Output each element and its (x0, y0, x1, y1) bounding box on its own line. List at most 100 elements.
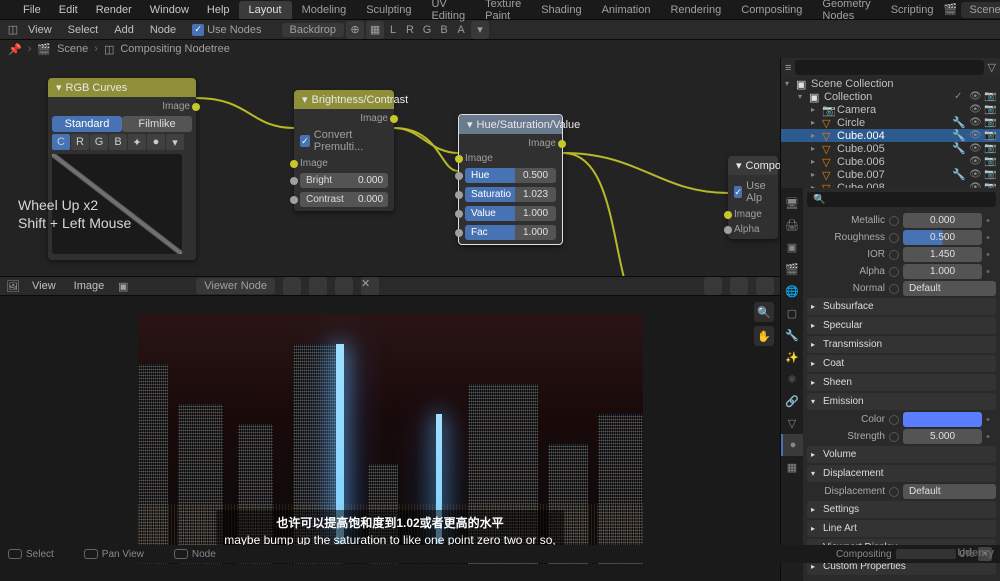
scene-selector[interactable]: Scene (961, 2, 1000, 18)
properties-search[interactable] (807, 192, 996, 207)
eye-icon[interactable]: 👁 (969, 130, 981, 141)
socket-icon[interactable] (889, 487, 899, 497)
rgb-letter-c[interactable]: C (52, 134, 70, 150)
node-composite-header[interactable]: ▾Compos (728, 156, 778, 175)
outliner-item[interactable]: ▸📷Camera👁📷 (781, 103, 1000, 116)
extra-icon[interactable]: ▾ (471, 21, 489, 39)
image-viewer[interactable]: 🔍 ✋ 也许可以提高饱和度到1.02或者更高的水平 maybe bump up … (0, 296, 780, 581)
workspace-sculpting[interactable]: Sculpting (356, 1, 421, 19)
eye-icon[interactable]: 👁 (969, 156, 981, 167)
hsv-val-val[interactable]: 1.000 (515, 206, 556, 221)
socket-icon[interactable] (889, 233, 899, 243)
socket-icon[interactable] (889, 250, 899, 260)
outliner[interactable]: ≡ ▽ ▾▣Scene Collection ▾▣Collection✓👁📷 ▸… (781, 58, 1000, 188)
prop-section-line-art[interactable]: ▸Line Art (807, 520, 996, 537)
prop-tab-output[interactable]: 🖨 (781, 214, 803, 236)
menu-file[interactable]: File (14, 4, 50, 16)
menu-window[interactable]: Window (141, 4, 198, 16)
node-brightness-contrast[interactable]: ▾Brightness/Contrast Image ✓Convert Prem… (294, 90, 394, 211)
prop-section-specular[interactable]: ▸Specular (807, 317, 996, 334)
eye-icon[interactable]: 👁 (969, 143, 981, 154)
header-view[interactable]: View (20, 24, 60, 36)
outliner-item[interactable]: ▸▽Circle🔧👁📷 (781, 116, 1000, 129)
prop-section-volume[interactable]: ▸Volume (807, 446, 996, 463)
rgb-tools-icon[interactable]: ✦ (128, 134, 146, 150)
use-nodes-checkbox[interactable]: ✓ (192, 24, 204, 36)
prop-ior-val[interactable]: 1.450 (903, 247, 982, 262)
node-rgb-curves[interactable]: ▾RGB Curves Image Standard Filmlike C R … (48, 78, 196, 260)
img-right-ico2[interactable] (730, 277, 748, 295)
image-slot-icon[interactable]: ▣ (116, 279, 130, 293)
menu-help[interactable]: Help (198, 4, 239, 16)
prop-section-transmission[interactable]: ▸Transmission (807, 336, 996, 353)
hsv-sat-val[interactable]: 1.023 (515, 187, 556, 202)
rgb-dot-icon[interactable]: ● (147, 134, 165, 150)
img-ico1[interactable] (283, 277, 301, 295)
rgb-menu-icon[interactable]: ▾ (166, 134, 184, 150)
prop-tab-texture[interactable]: ▦ (781, 456, 803, 478)
node-composite[interactable]: ▾Compos ✓Use Alp Image Alpha (728, 156, 778, 239)
prop-alpha-val[interactable]: 1.000 (903, 264, 982, 279)
workspace-shading[interactable]: Shading (531, 1, 591, 19)
backdrop-dropdown[interactable]: Backdrop (282, 23, 344, 37)
prop-section-settings[interactable]: ▸Settings (807, 501, 996, 518)
outliner-item[interactable]: ▸▽Cube.005🔧👁📷 (781, 142, 1000, 155)
prop-displacement-val[interactable]: Default (903, 484, 996, 499)
outliner-item[interactable]: ▸▽Cube.008👁📷 (781, 181, 1000, 188)
socket-icon[interactable] (889, 415, 899, 425)
img-image[interactable]: Image (68, 280, 111, 292)
channel-l[interactable]: L (385, 22, 401, 38)
prop-tab-viewlayer[interactable]: ▣ (781, 236, 803, 258)
prop-color-val[interactable] (903, 412, 982, 427)
workspace-animation[interactable]: Animation (592, 1, 661, 19)
node-editor-canvas[interactable]: ▾RGB Curves Image Standard Filmlike C R … (0, 58, 780, 276)
socket-icon[interactable] (889, 267, 899, 277)
node-hsv[interactable]: ▾Hue/Saturation/Value Image Image Hue0.5… (458, 114, 563, 245)
pin-icon[interactable]: 📌 (8, 43, 22, 56)
rgb-letter-b[interactable]: B (109, 134, 127, 150)
outliner-item[interactable]: ▸▽Cube.004🔧👁📷 (781, 129, 1000, 142)
prop-metallic-val[interactable]: 0.000 (903, 213, 982, 228)
eye-icon[interactable]: 👁 (969, 169, 981, 180)
camera-restrict-icon[interactable]: 📷 (984, 156, 996, 167)
bc-convert-checkbox[interactable]: ✓ (300, 135, 310, 147)
viewer-pan-icon[interactable]: ✋ (754, 326, 774, 346)
img-close[interactable]: ✕ (361, 277, 379, 295)
prop-tab-modifiers[interactable]: 🔧 (781, 324, 803, 346)
viewer-zoom-icon[interactable]: 🔍 (754, 302, 774, 322)
prop-tab-material[interactable]: ● (781, 434, 803, 456)
prop-roughness-val[interactable]: 0.500 (903, 230, 982, 245)
header-node[interactable]: Node (142, 24, 184, 36)
outliner-editor-icon[interactable]: ≡ (785, 62, 791, 74)
channel-r[interactable]: R (402, 22, 418, 38)
camera-restrict-icon[interactable]: 📷 (984, 104, 996, 115)
camera-restrict-icon[interactable]: 📷 (984, 130, 996, 141)
outliner-search[interactable] (795, 60, 983, 75)
workspace-scripting[interactable]: Scripting (881, 1, 944, 19)
outliner-item[interactable]: ▸▽Cube.007🔧👁📷 (781, 168, 1000, 181)
prop-tab-scene[interactable]: 🎬 (781, 258, 803, 280)
camera-restrict-icon[interactable]: 📷 (984, 117, 996, 128)
prop-tab-physics[interactable]: ⚛ (781, 368, 803, 390)
outliner-filter-icon[interactable]: ▽ (988, 61, 996, 74)
outliner-collection[interactable]: Collection (824, 91, 951, 103)
prop-strength-val[interactable]: 5.000 (903, 429, 982, 444)
img-right-ico3[interactable] (756, 277, 774, 295)
socket-icon[interactable] (889, 284, 899, 294)
bc-bright-val[interactable]: 0.000 (350, 173, 388, 188)
outliner-scene-collection[interactable]: Scene Collection (811, 78, 996, 90)
bc-contrast-val[interactable]: 0.000 (350, 192, 388, 207)
workspace-compositing[interactable]: Compositing (731, 1, 812, 19)
editor-type-icon[interactable]: ◫ (6, 23, 20, 37)
eye-icon[interactable]: 👁 (969, 104, 981, 115)
header-add[interactable]: Add (106, 24, 142, 36)
editor-type-icon[interactable]: 🖼 (6, 279, 20, 293)
prop-tab-render[interactable]: 🖥 (781, 192, 803, 214)
rgb-curves-tab-filmlike[interactable]: Filmlike (122, 116, 192, 132)
rgb-letter-g[interactable]: G (90, 134, 108, 150)
prop-tab-constraints[interactable]: 🔗 (781, 390, 803, 412)
prop-tab-data[interactable]: ▽ (781, 412, 803, 434)
outliner-item[interactable]: ▸▽Cube.006👁📷 (781, 155, 1000, 168)
image-name[interactable]: Viewer Node (196, 278, 275, 294)
composite-alpha-checkbox[interactable]: ✓ (734, 186, 742, 198)
